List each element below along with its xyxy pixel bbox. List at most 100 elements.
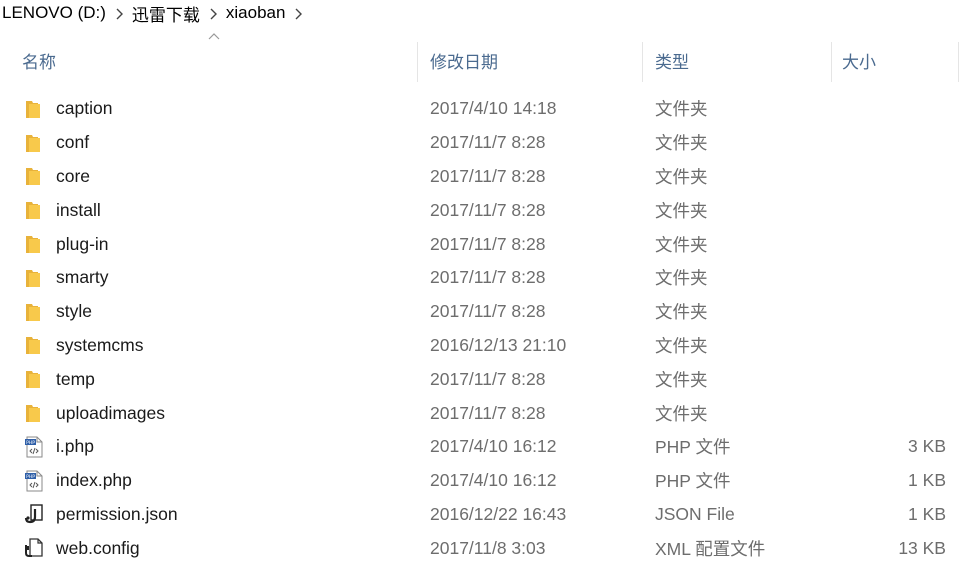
column-header-name[interactable]: 名称 <box>0 33 417 84</box>
file-date: 2017/11/7 8:28 <box>430 165 546 186</box>
file-name: style <box>56 301 92 322</box>
file-explorer-window: LENOVO (D:) 迅雷下载 xiaoban 名称 修改日期 类型 大小 c… <box>0 0 973 563</box>
file-type: PHP 文件 <box>655 437 731 458</box>
file-row[interactable]: uploadimages 2017/11/7 8:28 文件夹 <box>0 396 973 430</box>
config-file-icon <box>24 537 44 559</box>
file-type: 文件夹 <box>655 234 708 255</box>
folder-icon <box>24 334 44 356</box>
file-size: 1 KB <box>908 503 946 524</box>
chevron-right-icon[interactable] <box>202 5 224 21</box>
file-row[interactable]: PHP index.php 2017/4/10 16:12 PHP 文件 1 KB <box>0 464 973 498</box>
file-size <box>835 295 946 329</box>
column-divider[interactable] <box>958 42 959 82</box>
column-header-row: 名称 修改日期 类型 大小 <box>0 33 973 84</box>
file-list: caption 2017/4/10 14:18 文件夹 conf 2017/11/7 … <box>0 92 973 563</box>
file-type: 文件夹 <box>655 335 708 356</box>
file-name: smarty <box>56 267 109 288</box>
column-header-type[interactable]: 类型 <box>643 36 831 84</box>
file-size <box>835 160 946 194</box>
file-date: 2017/11/7 8:28 <box>430 402 546 423</box>
file-size <box>835 227 946 261</box>
chevron-right-icon[interactable] <box>287 5 309 21</box>
column-header-date[interactable]: 修改日期 <box>418 36 642 84</box>
file-date: 2017/4/10 14:18 <box>430 98 557 119</box>
folder-icon <box>24 368 44 390</box>
svg-text:PHP: PHP <box>26 440 35 446</box>
file-row[interactable]: PHP i.php 2017/4/10 16:12 PHP 文件 3 KB <box>0 430 973 464</box>
file-type: 文件夹 <box>655 369 708 390</box>
file-name: systemcms <box>56 334 144 355</box>
column-header-size-label: 大小 <box>842 52 876 72</box>
file-row[interactable]: web.config 2017/11/8 3:03 XML 配置文件 13 KB <box>0 531 973 563</box>
file-size <box>835 261 946 295</box>
file-row[interactable]: temp 2017/11/7 8:28 文件夹 <box>0 362 973 396</box>
file-type: 文件夹 <box>655 268 708 289</box>
file-size <box>835 362 946 396</box>
file-date: 2016/12/13 21:10 <box>430 334 567 355</box>
folder-icon <box>24 199 44 221</box>
file-name: conf <box>56 132 90 153</box>
file-name: install <box>56 199 101 220</box>
folder-icon <box>24 165 44 187</box>
breadcrumb-item-drive[interactable]: LENOVO (D:) <box>0 3 108 23</box>
folder-icon <box>24 267 44 289</box>
file-type: 文件夹 <box>655 166 708 187</box>
file-name: temp <box>56 368 95 389</box>
file-row[interactable]: smarty 2017/11/7 8:28 文件夹 <box>0 261 973 295</box>
file-type: 文件夹 <box>655 200 708 221</box>
file-date: 2017/11/7 8:28 <box>430 233 546 254</box>
file-row[interactable]: plug-in 2017/11/7 8:28 文件夹 <box>0 227 973 261</box>
file-date: 2017/11/7 8:28 <box>430 132 546 153</box>
file-size <box>835 126 946 160</box>
column-header-size[interactable]: 大小 <box>832 36 958 84</box>
svg-text:PHP: PHP <box>26 474 35 480</box>
file-row[interactable]: style 2017/11/7 8:28 文件夹 <box>0 295 973 329</box>
json-file-icon <box>24 503 44 525</box>
file-name: permission.json <box>56 503 178 524</box>
file-type: 文件夹 <box>655 302 708 323</box>
php-file-icon: PHP <box>24 470 44 492</box>
file-name: caption <box>56 98 113 119</box>
file-date: 2017/4/10 16:12 <box>430 436 557 457</box>
folder-icon <box>24 233 44 255</box>
column-header-type-label: 类型 <box>655 52 689 72</box>
file-date: 2017/11/7 8:28 <box>430 199 546 220</box>
file-date: 2017/11/7 8:28 <box>430 301 546 322</box>
file-type: 文件夹 <box>655 133 708 154</box>
file-size <box>835 329 946 363</box>
chevron-right-icon[interactable] <box>108 5 130 21</box>
folder-icon <box>24 301 44 323</box>
file-type: PHP 文件 <box>655 471 731 492</box>
file-size <box>835 193 946 227</box>
file-name: index.php <box>56 470 132 491</box>
file-row[interactable]: install 2017/11/7 8:28 文件夹 <box>0 193 973 227</box>
file-name: plug-in <box>56 233 109 254</box>
file-size <box>835 396 946 430</box>
file-date: 2016/12/22 16:43 <box>430 503 567 524</box>
file-name: i.php <box>56 436 94 457</box>
file-type: 文件夹 <box>655 403 708 424</box>
php-file-icon: PHP <box>24 436 44 458</box>
folder-icon <box>24 132 44 154</box>
file-date: 2017/11/7 8:28 <box>430 267 546 288</box>
breadcrumb: LENOVO (D:) 迅雷下载 xiaoban <box>0 0 309 26</box>
file-type: 文件夹 <box>655 99 708 120</box>
file-size <box>835 92 946 126</box>
file-type: XML 配置文件 <box>655 538 766 559</box>
file-row[interactable]: caption 2017/4/10 14:18 文件夹 <box>0 92 973 126</box>
file-date: 2017/4/10 16:12 <box>430 470 557 491</box>
file-date: 2017/11/7 8:28 <box>430 368 546 389</box>
breadcrumb-item-current[interactable]: xiaoban <box>224 3 288 23</box>
file-size: 13 KB <box>898 537 946 558</box>
file-row[interactable]: conf 2017/11/7 8:28 文件夹 <box>0 126 973 160</box>
file-row[interactable]: systemcms 2016/12/13 21:10 文件夹 <box>0 329 973 363</box>
file-name: uploadimages <box>56 402 165 423</box>
file-name: core <box>56 165 91 186</box>
file-row[interactable]: permission.json 2016/12/22 16:43 JSON File… <box>0 498 973 532</box>
folder-icon <box>24 98 44 120</box>
file-size: 1 KB <box>908 470 946 491</box>
file-row[interactable]: core 2017/11/7 8:28 文件夹 <box>0 160 973 194</box>
file-type: JSON File <box>655 503 735 524</box>
column-header-date-label: 修改日期 <box>430 52 498 72</box>
breadcrumb-item-folder[interactable]: 迅雷下载 <box>130 1 202 26</box>
